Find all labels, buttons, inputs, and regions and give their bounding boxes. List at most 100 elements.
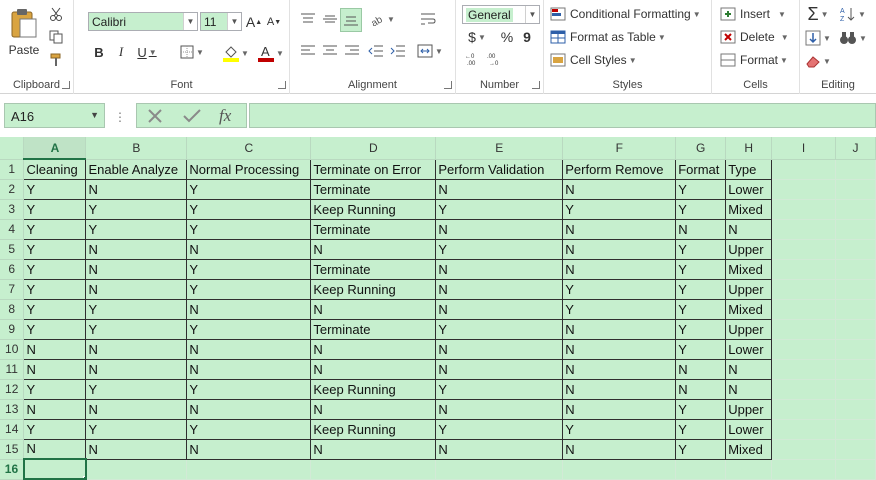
data-cell[interactable]: N <box>186 358 312 380</box>
data-cell[interactable]: N <box>725 358 773 380</box>
merge-center-button[interactable]: ▼ <box>414 42 446 60</box>
empty-cell[interactable] <box>435 459 564 480</box>
increase-decimal-button[interactable]: ←0.00 <box>464 50 484 68</box>
empty-cell[interactable] <box>771 419 836 440</box>
empty-cell[interactable] <box>771 239 836 260</box>
data-cell[interactable]: Terminate <box>310 318 437 340</box>
data-cell[interactable]: N <box>435 358 564 380</box>
data-cell[interactable]: N <box>435 338 564 360</box>
empty-cell[interactable] <box>771 439 836 460</box>
data-cell[interactable]: N <box>23 398 87 420</box>
data-cell[interactable]: N <box>675 378 727 400</box>
insert-button[interactable]: Insert ▼ <box>720 5 786 23</box>
data-cell[interactable]: N <box>23 438 87 460</box>
row-header-5[interactable]: 5 <box>0 239 25 260</box>
row-header-7[interactable]: 7 <box>0 279 25 300</box>
data-cell[interactable]: Y <box>23 418 87 440</box>
alignment-launcher-icon[interactable] <box>444 81 452 89</box>
data-cell[interactable]: Terminate <box>310 218 437 240</box>
data-cell[interactable]: N <box>725 378 773 400</box>
data-cell[interactable]: Upper <box>725 278 773 300</box>
data-cell[interactable]: N <box>562 398 677 420</box>
number-format-box[interactable]: General ▼ <box>462 5 540 24</box>
data-cell[interactable]: Y <box>675 278 727 300</box>
autosum-button[interactable]: Σ ▼ <box>804 4 832 24</box>
data-cell[interactable]: N <box>725 218 773 240</box>
data-cell[interactable]: Lower <box>725 418 773 440</box>
data-cell[interactable]: N <box>85 398 188 420</box>
empty-cell[interactable] <box>835 299 876 320</box>
data-cell[interactable]: N <box>435 398 564 420</box>
data-cell[interactable]: N <box>85 238 188 260</box>
data-cell[interactable]: Upper <box>725 238 773 260</box>
column-header-b[interactable]: B <box>85 137 188 160</box>
cancel-icon[interactable] <box>147 109 163 123</box>
empty-cell[interactable] <box>771 399 836 420</box>
data-cell[interactable]: Y <box>562 298 677 320</box>
data-cell[interactable]: N <box>310 298 437 320</box>
row-header-10[interactable]: 10 <box>0 339 25 360</box>
data-cell[interactable]: N <box>85 358 188 380</box>
data-cell[interactable]: N <box>435 218 564 240</box>
data-cell[interactable]: Y <box>85 218 188 240</box>
empty-cell[interactable] <box>771 199 836 220</box>
data-cell[interactable]: Y <box>562 418 677 440</box>
italic-button[interactable]: I <box>112 42 130 62</box>
empty-cell[interactable] <box>771 459 836 480</box>
data-cell[interactable]: Y <box>675 178 727 200</box>
empty-cell[interactable] <box>835 239 876 260</box>
more-options-icon[interactable]: ⋮ <box>114 110 126 124</box>
underline-button[interactable]: U ▼ <box>134 42 160 62</box>
empty-cell[interactable] <box>835 319 876 340</box>
data-cell[interactable]: Y <box>23 178 87 200</box>
data-cell[interactable]: Keep Running <box>310 198 437 220</box>
data-cell[interactable]: Y <box>675 338 727 360</box>
empty-cell[interactable] <box>835 339 876 360</box>
cut-button[interactable] <box>47 6 65 22</box>
empty-cell[interactable] <box>771 259 836 280</box>
column-header-c[interactable]: C <box>186 137 312 160</box>
data-cell[interactable]: Upper <box>725 398 773 420</box>
select-all-corner[interactable] <box>0 137 25 160</box>
data-cell[interactable]: N <box>562 238 677 260</box>
data-cell[interactable]: N <box>310 358 437 380</box>
percent-button[interactable]: % <box>498 28 516 46</box>
data-cell[interactable]: N <box>310 438 437 460</box>
empty-cell[interactable] <box>771 319 836 340</box>
header-cell[interactable]: Terminate on Error <box>310 158 437 180</box>
data-cell[interactable]: N <box>310 338 437 360</box>
number-launcher-icon[interactable] <box>532 81 540 89</box>
data-cell[interactable]: Y <box>675 398 727 420</box>
data-cell[interactable]: Y <box>675 238 727 260</box>
data-cell[interactable]: Y <box>435 198 564 220</box>
header-cell[interactable]: Normal Processing <box>186 158 312 180</box>
data-cell[interactable]: Y <box>435 418 564 440</box>
fill-color-button[interactable]: ▼ <box>220 42 252 64</box>
data-cell[interactable]: Lower <box>725 338 773 360</box>
empty-cell[interactable] <box>771 299 836 320</box>
currency-button[interactable]: $ ▼ <box>464 28 490 46</box>
data-cell[interactable]: Y <box>85 318 188 340</box>
data-cell[interactable]: Upper <box>725 318 773 340</box>
data-cell[interactable]: N <box>435 278 564 300</box>
row-header-15[interactable]: 15 <box>0 439 25 460</box>
top-align-button[interactable] <box>298 10 318 28</box>
empty-cell[interactable] <box>835 259 876 280</box>
empty-cell[interactable] <box>835 459 876 480</box>
empty-cell[interactable] <box>835 419 876 440</box>
paste-button[interactable]: Paste <box>5 4 43 60</box>
borders-button[interactable]: ▼ <box>176 42 208 62</box>
name-box[interactable]: A16 ▼ <box>4 103 105 128</box>
bold-button[interactable]: B <box>90 42 108 62</box>
data-cell[interactable]: N <box>435 178 564 200</box>
header-cell[interactable]: Type <box>725 158 773 180</box>
data-cell[interactable]: Y <box>23 298 87 320</box>
data-cell[interactable]: N <box>562 178 677 200</box>
empty-cell[interactable] <box>835 439 876 460</box>
find-select-button[interactable]: ▼ <box>838 28 868 48</box>
data-cell[interactable]: Y <box>23 378 87 400</box>
data-cell[interactable]: Mixed <box>725 298 773 320</box>
column-header-j[interactable]: J <box>835 137 876 160</box>
data-cell[interactable]: Y <box>85 198 188 220</box>
data-cell[interactable]: N <box>562 378 677 400</box>
